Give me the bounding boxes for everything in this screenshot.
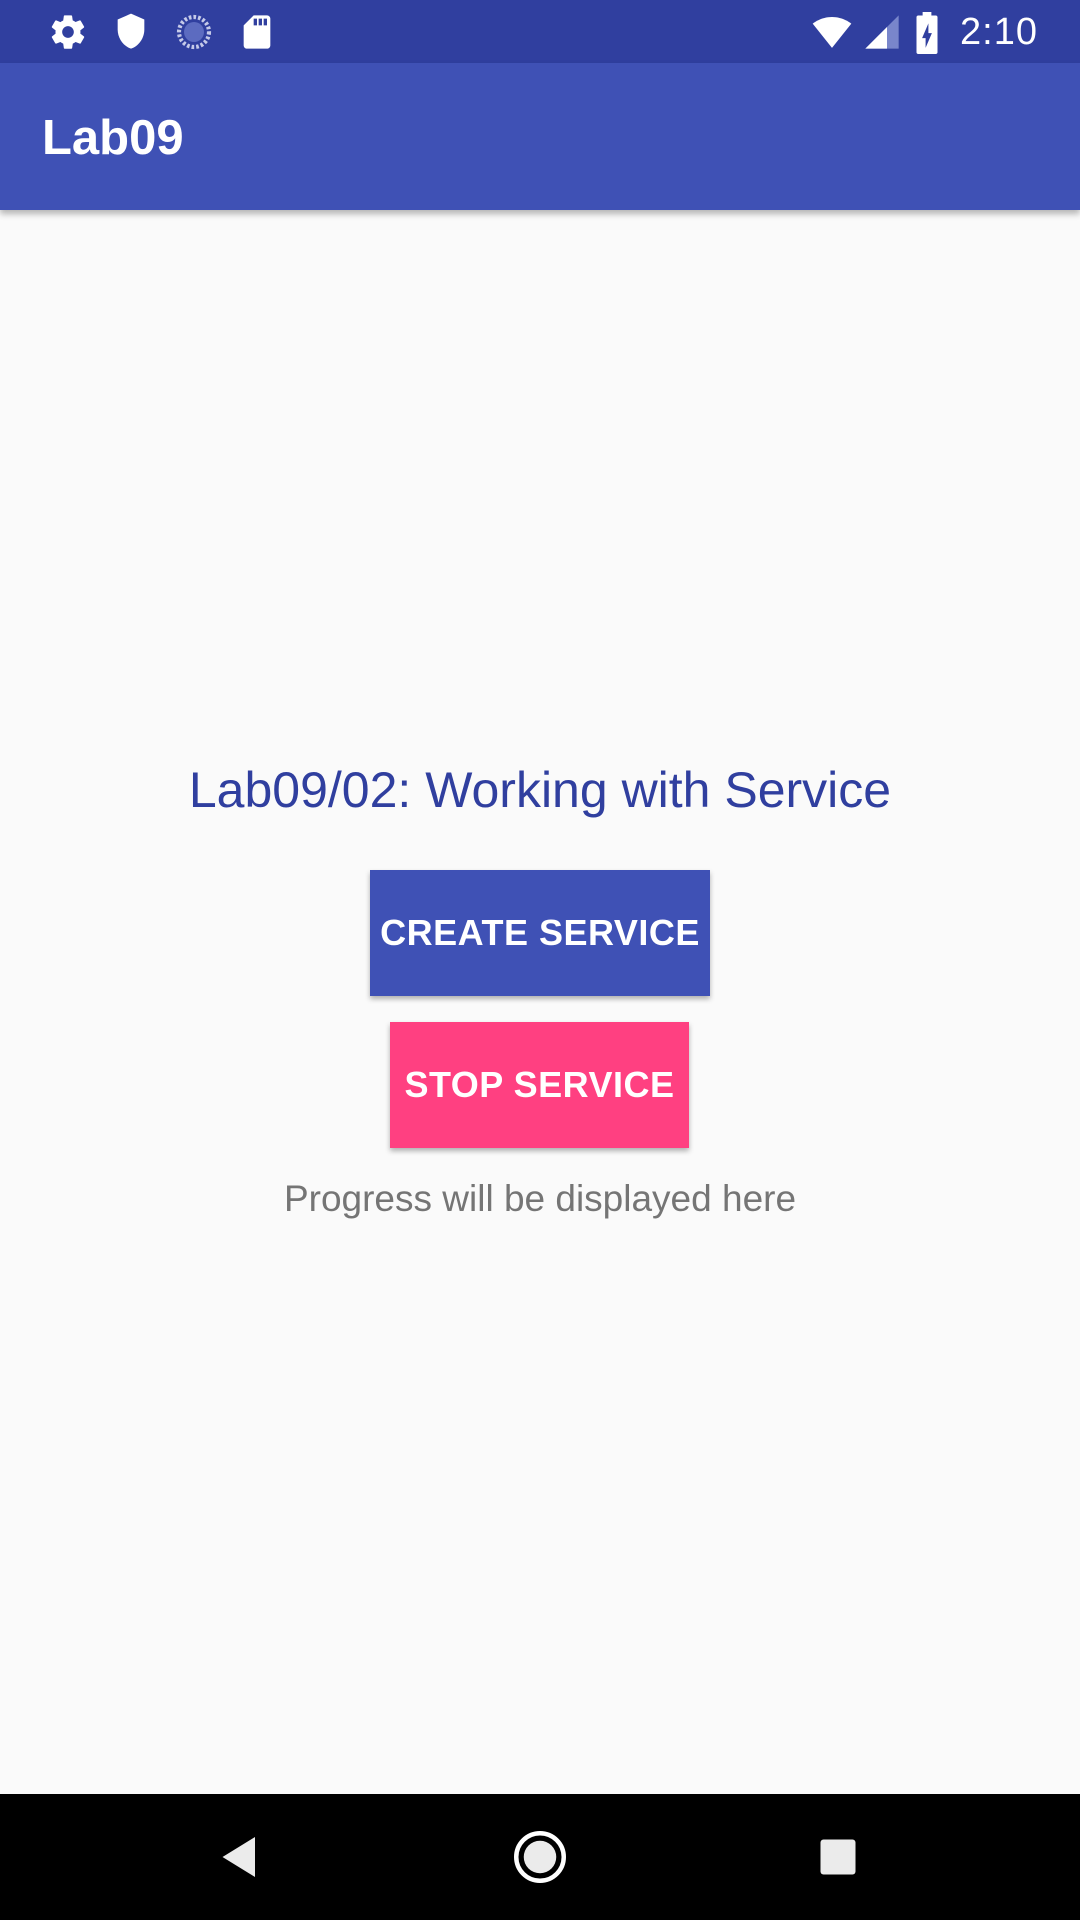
navigation-bar [0, 1794, 1080, 1920]
progress-text: Progress will be displayed here [283, 1178, 797, 1219]
back-icon[interactable] [210, 1827, 270, 1887]
cell-signal-icon [862, 12, 902, 52]
sync-spinner-icon [174, 12, 214, 52]
shield-icon [111, 12, 151, 52]
app-bar: Lab09 [0, 63, 1080, 210]
status-time: 2:10 [960, 11, 1038, 53]
sd-card-icon [237, 12, 277, 52]
wifi-icon [810, 12, 854, 52]
battery-charging-icon [914, 12, 944, 54]
create-service-button[interactable]: CREATE SERVICE [370, 870, 710, 996]
page-heading: Lab09/02: Working with Service [188, 762, 892, 818]
home-icon[interactable] [510, 1827, 570, 1887]
gear-icon [48, 12, 88, 52]
stop-service-button[interactable]: STOP SERVICE [390, 1022, 689, 1148]
status-bar: 2:10 [0, 0, 1080, 63]
app-title: Lab09 [42, 111, 184, 165]
recents-icon[interactable] [808, 1827, 868, 1887]
app-screen: 2:10 Lab09 Lab09/02: Working with Servic… [0, 0, 1080, 1920]
